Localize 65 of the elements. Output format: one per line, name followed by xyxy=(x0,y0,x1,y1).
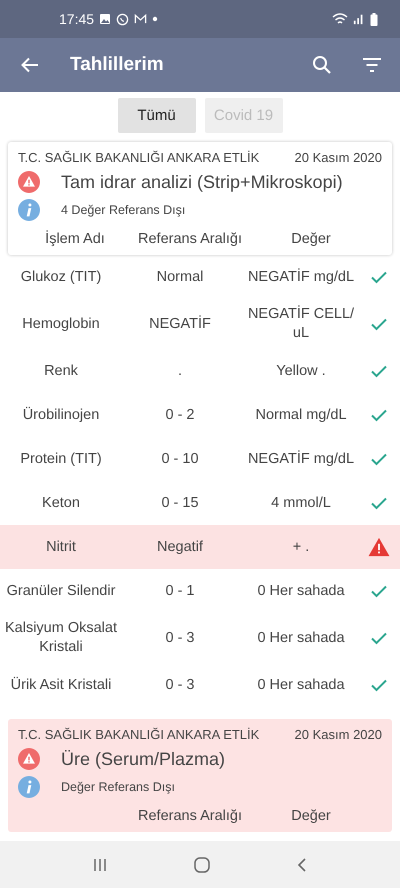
filter-icon xyxy=(362,57,382,73)
result-value: + . xyxy=(292,538,310,556)
reference-range: 0 - 15 xyxy=(160,494,200,512)
recent-apps-icon xyxy=(92,856,108,872)
back-chevron-icon xyxy=(296,856,308,872)
reference-range: NEGATİF xyxy=(148,314,212,334)
result-card[interactable]: T.C. SAĞLIK BAKANLIĞI ANKARA ETLİK 20 Kasım 2020 Tam idrar analizi (Strip+Mikroskopi) 4 Değer Referans Dışı İşlem Adı Referans Aralığı Değer xyxy=(8,142,392,255)
result-value: 4 mmol/L xyxy=(270,494,332,512)
column-header: İşlem Adı xyxy=(44,231,106,247)
reference-range: . xyxy=(176,362,184,380)
column-header: Referans Aralığı xyxy=(137,808,243,824)
test-name: Glukoz (TIT) xyxy=(20,268,102,286)
battery-icon xyxy=(370,12,378,26)
test-name: Ürik Asit Kristali xyxy=(10,676,112,694)
test-name: Protein (TIT) xyxy=(19,450,103,468)
info-icon xyxy=(18,199,40,221)
warning-icon xyxy=(18,748,40,770)
result-date: 20 Kasım 2020 xyxy=(294,727,382,742)
image-icon xyxy=(99,13,112,25)
test-name: Keton xyxy=(41,494,81,512)
info-icon xyxy=(18,776,40,798)
out-of-range-note: 4 Değer Referans Dışı xyxy=(61,203,186,217)
column-header: Referans Aralığı xyxy=(137,231,243,247)
reference-range: 0 - 10 xyxy=(160,450,200,468)
reference-range: Negatif xyxy=(156,538,204,556)
institution-name: T.C. SAĞLIK BAKANLIĞI ANKARA ETLİK xyxy=(18,150,260,165)
dot-icon xyxy=(152,16,158,22)
result-value: 0 Her sahada xyxy=(256,582,346,600)
home-icon xyxy=(192,856,211,874)
result-value: NEGATİF CELL/ uL xyxy=(246,305,356,343)
result-card[interactable]: T.C. SAĞLIK BAKANLIĞI ANKARA ETLİK 20 Kasım 2020 Üre (Serum/Plazma) Değer Referans Dışı Referans Aralığı Değer xyxy=(8,719,392,832)
result-value: NEGATİF mg/dL xyxy=(246,268,356,286)
reference-range: 0 - 2 xyxy=(164,406,196,424)
clock-time: 17:45 xyxy=(59,11,94,27)
reference-range: 0 - 3 xyxy=(164,676,196,694)
test-name: Ürobilinojen xyxy=(22,406,100,424)
back-arrow-icon xyxy=(20,55,40,75)
result-value: Yellow . xyxy=(275,362,327,380)
column-header: Değer xyxy=(290,808,332,824)
reference-range: 0 - 1 xyxy=(164,582,196,600)
result-value: NEGATİF mg/dL xyxy=(246,450,356,468)
result-value: Normal mg/dL xyxy=(254,406,348,424)
wifi-icon xyxy=(332,12,348,26)
signal-icon xyxy=(353,13,365,25)
result-date: 20 Kasım 2020 xyxy=(294,150,382,165)
reference-range: 0 - 3 xyxy=(164,628,196,648)
test-title: Tam idrar analizi (Strip+Mikroskopi) xyxy=(61,172,343,192)
test-name: Granüler Silendir xyxy=(6,582,116,600)
result-value: 0 Her sahada xyxy=(256,676,346,694)
test-title: Üre (Serum/Plazma) xyxy=(61,748,226,770)
test-name: Hemoglobin xyxy=(21,314,101,334)
search-icon xyxy=(312,55,332,75)
chat-icon xyxy=(116,12,130,26)
test-name: Renk xyxy=(43,362,79,380)
mail-icon xyxy=(134,13,148,25)
column-header: Değer xyxy=(290,231,332,247)
institution-name: T.C. SAĞLIK BAKANLIĞI ANKARA ETLİK xyxy=(18,727,260,742)
test-name: Nitrit xyxy=(45,538,77,556)
reference-range: Normal xyxy=(156,268,204,286)
test-name: Kalsiyum Oksalat Kristali xyxy=(4,619,118,657)
out-of-range-note: Değer Referans Dışı xyxy=(61,780,175,794)
filter-tab[interactable]: Tümü xyxy=(118,98,196,133)
page-title: Tahlillerim xyxy=(70,54,165,76)
warning-icon xyxy=(18,171,40,193)
result-value: 0 Her sahada xyxy=(256,628,346,648)
